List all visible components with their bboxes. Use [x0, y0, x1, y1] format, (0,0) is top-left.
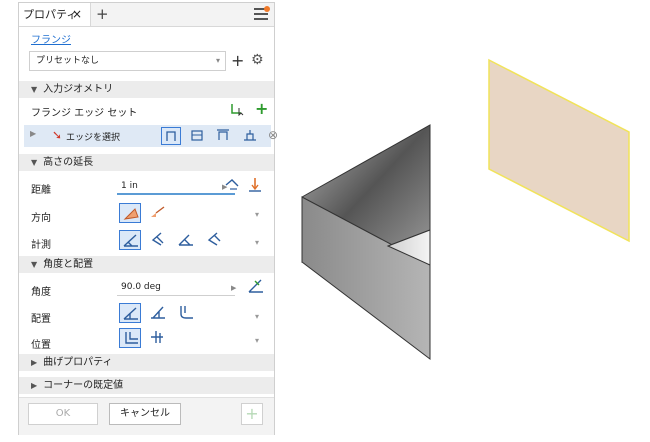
direction-label: 方向 [31, 213, 51, 224]
measure-mode-2-button[interactable] [147, 230, 169, 250]
position-inside-button[interactable] [119, 328, 141, 348]
edge-set-label: フランジ エッジ セット [31, 108, 138, 119]
measure-mode-3-button[interactable] [175, 230, 197, 250]
width-extent-button[interactable] [214, 127, 234, 145]
preset-value: プリセットなし [36, 56, 100, 66]
distance-input[interactable]: 1 in [117, 177, 235, 195]
preset-dropdown[interactable]: プリセットなし ▾ [29, 51, 226, 71]
add-preset-icon[interactable]: + [231, 51, 244, 71]
tab-bar: プロパティ × + [19, 3, 274, 27]
clear-icon[interactable]: ⊗ [268, 128, 278, 142]
chevron-down-icon[interactable]: ▾ [255, 312, 259, 321]
chevron-down-icon[interactable]: ▾ [255, 336, 259, 345]
flip-side-icon[interactable] [224, 177, 240, 193]
angle-label: 角度 [31, 287, 51, 298]
feature-name-link[interactable]: フランジ [31, 31, 71, 46]
expand-icon: ▶ [31, 358, 38, 367]
add-edge-set-icon[interactable]: + [255, 99, 268, 118]
position-outside-button[interactable] [147, 328, 169, 348]
arrow-cursor-icon: ➘ [52, 128, 63, 142]
section-corner-defaults[interactable]: ▶ コーナーの既定値 [19, 377, 274, 394]
placement-label: 配置 [31, 314, 51, 325]
cancel-button[interactable]: キャンセル [109, 403, 181, 425]
section-angle-placement[interactable]: ▼ 角度と配置 [19, 256, 274, 273]
gear-icon[interactable]: ⚙ [251, 52, 264, 68]
direction-flip-button[interactable] [147, 203, 169, 223]
sheet-metal-part[interactable] [301, 124, 431, 361]
tab-title: プロパティ [23, 8, 78, 21]
model-viewport[interactable] [280, 0, 650, 442]
close-icon[interactable]: × [72, 3, 82, 26]
edge-selection-row[interactable]: ▶ ➘ エッジを選択 ⊗ [24, 125, 278, 147]
expand-icon: ▶ [31, 381, 38, 390]
collapse-icon: ▼ [31, 260, 38, 269]
collapse-icon: ▼ [31, 158, 38, 167]
measure-mode-1-button[interactable] [119, 230, 141, 250]
collapse-icon: ▼ [31, 85, 38, 94]
expand-icon: ▶ [30, 129, 37, 138]
tab-properties[interactable]: プロパティ × [19, 3, 91, 26]
flyout-arrow-icon[interactable]: ▶ [231, 284, 236, 292]
angle-reference-icon[interactable] [247, 277, 265, 295]
loop-mode-button[interactable] [188, 127, 208, 145]
add-tab-icon[interactable]: + [96, 3, 109, 25]
measure-label: 計測 [31, 240, 51, 251]
select-cursor-icon[interactable] [229, 102, 245, 116]
placement-tangent-button[interactable] [175, 303, 197, 323]
chevron-down-icon[interactable]: ▾ [255, 238, 259, 247]
section-height-extent[interactable]: ▼ 高さの延長 [19, 154, 274, 171]
chevron-down-icon: ▾ [215, 56, 220, 65]
angle-input[interactable]: 90.0 deg [117, 278, 235, 296]
offset-button[interactable] [241, 127, 261, 145]
section-bend-properties[interactable]: ▶ 曲げプロパティ [19, 354, 274, 371]
select-edges-prompt: エッジを選択 [66, 133, 121, 143]
edge-mode-button[interactable] [161, 127, 181, 145]
properties-panel: プロパティ × + フランジ プリセットなし ▾ + ⚙ ▼ 入力ジオメトリ フラ… [18, 2, 278, 435]
distance-label: 距離 [31, 185, 51, 196]
ok-button[interactable]: OK [28, 403, 98, 425]
position-label: 位置 [31, 340, 51, 351]
flange-preview-face[interactable] [488, 58, 630, 243]
section-input-geometry[interactable]: ▼ 入力ジオメトリ [19, 81, 274, 98]
distance-direction-icon[interactable] [247, 176, 263, 194]
placement-outside-button[interactable] [147, 303, 169, 323]
notification-dot [264, 6, 270, 12]
direction-default-button[interactable] [119, 203, 141, 223]
chevron-down-icon[interactable]: ▾ [255, 210, 259, 219]
apply-add-button[interactable]: + [241, 403, 263, 425]
placement-inside-button[interactable] [119, 303, 141, 323]
measure-mode-4-button[interactable] [203, 230, 225, 250]
